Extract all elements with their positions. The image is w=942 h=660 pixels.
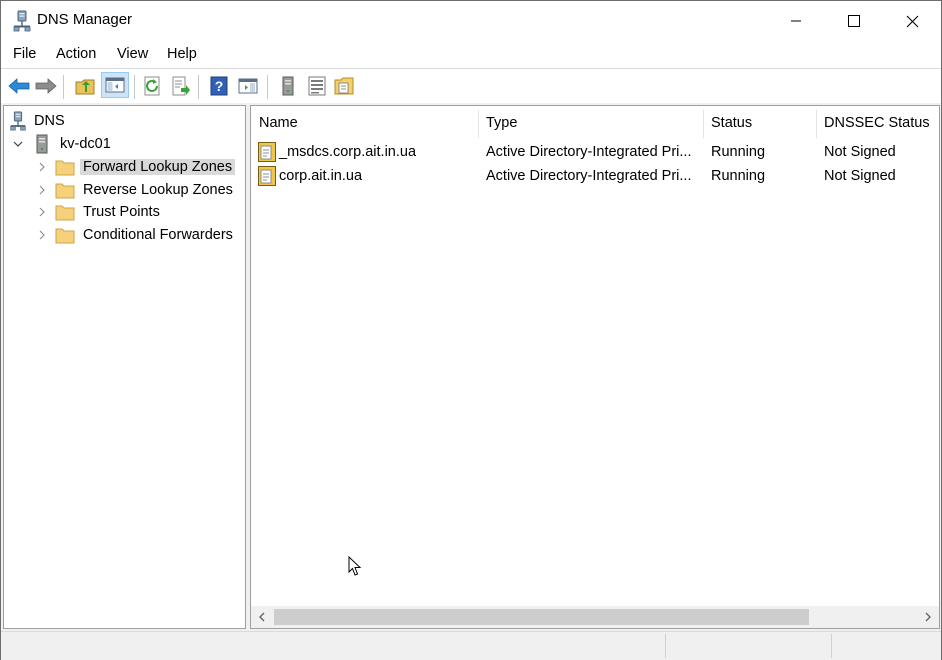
export-list-button[interactable] [169,74,193,98]
tree-node-reverse-lookup-zones[interactable]: Reverse Lookup Zones [37,179,236,201]
menu-help[interactable]: Help [167,46,197,62]
svg-text:?: ? [215,78,224,94]
zone-name: corp.ait.in.ua [279,168,363,184]
zone-file-icon [258,166,276,186]
dns-manager-window: DNS Manager File Action View Help ? DNS … [0,0,942,660]
show-hide-console-tree-button[interactable] [101,72,129,98]
minimize-button[interactable] [767,1,825,41]
tree-label-server: kv-dc01 [60,136,111,152]
maximize-button[interactable] [825,1,883,41]
tree-node-trust-points[interactable]: Trust Points [37,201,163,223]
folder-icon [55,205,75,221]
zone-name: _msdcs.corp.ait.in.ua [279,144,417,160]
show-action-pane-button[interactable] [236,74,260,98]
main-content: DNS kv-dc01 Forward Lookup Zones Reverse… [1,103,941,631]
show-hide-tree-icon [105,77,125,93]
cell-dnssec-status: Not Signed [824,144,896,160]
horizontal-scrollbar[interactable] [251,606,939,628]
table-row[interactable]: _msdcs.corp.ait.in.ua Active Directory-I… [251,140,939,164]
table-row[interactable]: corp.ait.in.ua Active Directory-Integrat… [251,164,939,188]
title-bar[interactable]: DNS Manager [1,1,941,41]
folder-icon [55,160,75,176]
column-header-status[interactable]: Status [703,106,816,140]
tree-node-server[interactable]: kv-dc01 [13,133,114,155]
tree-node-dns[interactable]: DNS [9,110,68,132]
status-bar [1,631,941,660]
export-list-icon [172,76,190,96]
column-header-dnssec-status[interactable]: DNSSEC Status [816,106,938,140]
help-button[interactable]: ? [207,74,231,98]
chevron-right-icon [39,162,45,172]
scroll-right-icon [925,612,931,622]
list-icon [308,76,326,96]
chevron-right-icon [39,207,45,217]
tree-label-trust-points: Trust Points [83,204,160,220]
list-button[interactable] [305,74,329,98]
zone-button[interactable] [332,74,356,98]
back-icon [8,78,30,94]
chevron-down-icon [13,141,23,147]
refresh-button[interactable] [141,74,165,98]
server-button[interactable] [276,74,300,98]
toolbar: ? [1,68,941,103]
menu-bar: File Action View Help [1,41,941,67]
dns-server-icon [10,111,26,131]
help-icon: ? [210,76,228,96]
scroll-left-icon [259,612,265,622]
cell-type: Active Directory-Integrated Pri... [486,144,692,160]
minimize-icon [791,20,801,22]
zone-file-icon [258,142,276,162]
column-header-type[interactable]: Type [478,106,703,140]
folder-icon [55,183,75,199]
maximize-icon [848,15,860,27]
tree-label-dns: DNS [34,113,65,129]
server-icon [282,76,294,96]
up-one-level-button[interactable] [73,74,97,98]
menu-file[interactable]: File [13,46,36,62]
results-list[interactable]: Name Type Status DNSSEC Status _msdcs.co… [250,105,940,629]
up-folder-icon [75,79,95,95]
forward-icon [35,78,57,94]
dns-server-icon [13,10,31,32]
cell-status: Running [711,168,766,184]
window-title: DNS Manager [37,11,133,28]
show-action-pane-icon [238,78,258,94]
cell-status: Running [711,144,766,160]
server-icon [36,134,48,154]
tree-label-forward-lookup-zones: Forward Lookup Zones [80,159,236,175]
column-header-name[interactable]: Name [251,106,478,140]
chevron-right-icon [39,230,45,240]
scrollbar-thumb[interactable] [274,609,809,625]
mouse-cursor-icon [348,556,362,576]
refresh-icon [144,76,160,96]
tree-node-conditional-forwarders[interactable]: Conditional Forwarders [37,224,236,246]
cell-name: _msdcs.corp.ait.in.ua [258,140,478,164]
cell-name: corp.ait.in.ua [258,164,478,188]
forward-button[interactable] [34,74,58,98]
menu-action[interactable]: Action [56,46,96,62]
folder-icon [55,228,75,244]
close-icon [906,15,918,27]
tree-label-conditional-forwarders: Conditional Forwarders [83,227,233,243]
zone-icon [334,77,354,95]
tree-node-forward-lookup-zones[interactable]: Forward Lookup Zones [37,156,236,178]
cell-type: Active Directory-Integrated Pri... [486,168,692,184]
back-button[interactable] [7,74,31,98]
console-tree[interactable]: DNS kv-dc01 Forward Lookup Zones Reverse… [3,105,246,629]
chevron-right-icon [39,185,45,195]
close-button[interactable] [883,1,941,41]
menu-view[interactable]: View [117,46,148,62]
tree-label-reverse-lookup-zones: Reverse Lookup Zones [83,182,233,198]
cell-dnssec-status: Not Signed [824,168,896,184]
